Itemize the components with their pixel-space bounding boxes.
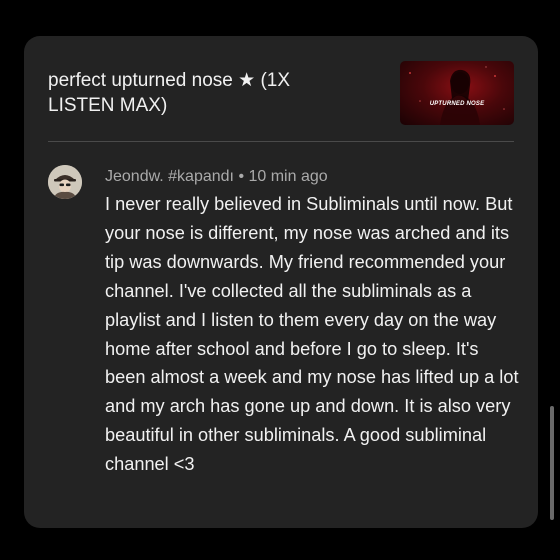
divider <box>48 141 514 142</box>
comment-meta: Jeondw. #kapandı • 10 min ago <box>105 168 328 185</box>
video-title[interactable]: perfect upturned nose ★ (1X LISTEN MAX) <box>48 68 348 118</box>
comment-text: I never really believed in Subliminals u… <box>105 194 519 475</box>
thumbnail-title: UPTURNED NOSE <box>429 101 485 107</box>
scrollbar-thumb[interactable] <box>550 406 554 520</box>
thumbnail-figure-icon <box>409 66 505 125</box>
comment-card: perfect upturned nose ★ (1X LISTEN MAX) … <box>24 36 538 528</box>
user-avatar[interactable] <box>48 165 82 199</box>
video-thumbnail[interactable]: UPTURNED NOSE <box>400 61 514 125</box>
avatar-image-icon <box>48 165 82 199</box>
